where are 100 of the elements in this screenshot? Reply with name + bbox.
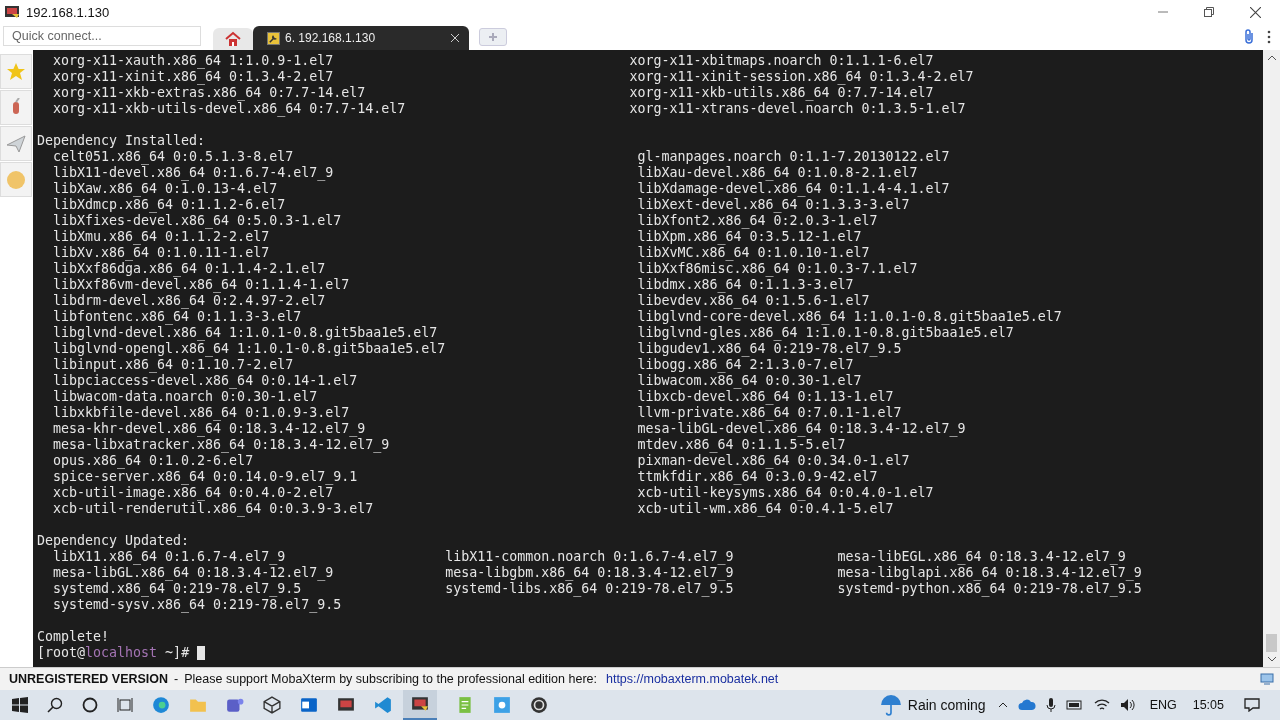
paperclip-icon[interactable] <box>1243 29 1255 45</box>
package-entry: libxkbfile-devel.x86_64 0:1.0.9-3.el7 <box>53 405 350 421</box>
sidebar-button[interactable] <box>0 90 32 125</box>
circle-icon[interactable] <box>82 697 98 713</box>
notification-icon[interactable] <box>1244 698 1260 712</box>
package-entry: libfontenc.x86_64 0:1.1.3-3.el7 <box>53 309 302 325</box>
package-entry: libXaw.x86_64 0:1.0.13-4.el7 <box>53 181 278 197</box>
package-entry: spice-server.x86_64 0:0.14.0-9.el7_9.1 <box>53 469 358 485</box>
package-entry: libgudev1.x86_64 0:219-78.el7_9.5 <box>637 341 902 357</box>
scroll-down-icon[interactable] <box>1266 656 1277 662</box>
separator-text: - <box>174 672 179 686</box>
package-entry: xorg-x11-xauth.x86_64 1:1.0.9-1.el7 <box>53 53 334 69</box>
package-entry: gl-manpages.noarch 0:1.1-7.20130122.el7 <box>637 149 950 165</box>
package-entry: libinput.x86_64 0:1.10.7-2.el7 <box>53 357 294 373</box>
package-entry: libXau-devel.x86_64 0:1.0.8-2.1.el7 <box>637 165 918 181</box>
package-entry: mesa-libEGL.x86_64 0:18.3.4-12.el7_9 <box>837 549 1126 565</box>
wifi-icon[interactable] <box>1093 698 1110 712</box>
more-icon[interactable] <box>1267 30 1271 44</box>
package-entry: xorg-x11-xinit-session.x86_64 0:1.3.4-2.el7 <box>629 69 974 85</box>
close-icon[interactable] <box>1250 6 1261 18</box>
weather-text[interactable]: Rain coming <box>907 697 986 713</box>
package-entry: libXpm.x86_64 0:3.5.12-1.el7 <box>637 229 862 245</box>
package-entry: libwacom.x86_64 0:0.30-1.el7 <box>637 373 862 389</box>
package-entry: llvm-private.x86_64 0:7.0.1-1.el7 <box>637 405 902 421</box>
task-view-icon[interactable] <box>117 697 133 713</box>
package-entry: libglvnd-core-devel.x86_64 1:1.0.1-0.8.git5baa1e5.el7 <box>637 309 1062 325</box>
home-tab[interactable] <box>213 28 253 50</box>
app-icon <box>4 4 20 20</box>
wrench-icon <box>267 31 280 45</box>
battery-icon[interactable] <box>1065 699 1084 711</box>
package-entry: xorg-x11-xtrans-devel.noarch 0:1.3.5-1.el7 <box>629 101 966 117</box>
package-entry: mesa-libxatracker.x86_64 0:18.3.4-12.el7_9 <box>53 437 390 453</box>
quick-connect-field[interactable]: Quick connect... <box>3 26 201 46</box>
package-entry: libpciaccess-devel.x86_64 0:0.14-1.el7 <box>53 373 358 389</box>
package-entry: mesa-libGL.x86_64 0:18.3.4-12.el7_9 <box>53 565 334 581</box>
package-entry: libglvnd-devel.x86_64 1:1.0.1-0.8.git5baa1e5.el7 <box>53 325 438 341</box>
package-entry: xorg-x11-xkb-extras.x86_64 0:7.7-14.el7 <box>53 85 366 101</box>
restore-icon[interactable] <box>1204 7 1214 17</box>
website-link[interactable]: https://mobaxterm.mobatek.net <box>605 672 779 686</box>
package-entry: libXxf86dga.x86_64 0:1.1.4-2.1.el7 <box>53 261 326 277</box>
package-entry: libXxf86vm-devel.x86_64 0:1.1.4-1.el7 <box>53 277 350 293</box>
windows-start-icon[interactable] <box>12 697 28 713</box>
package-entry: libX11-common.noarch 0:1.6.7-4.el7_9 <box>445 549 734 565</box>
circle-icon <box>6 169 26 190</box>
package-entry: libXdamage-devel.x86_64 0:1.1.4-4.1.el7 <box>637 181 950 197</box>
package-entry: libxcb-devel.x86_64 0:1.13-1.el7 <box>637 389 894 405</box>
package-entry: systemd-sysv.x86_64 0:219-78.el7_9.5 <box>53 597 342 613</box>
package-entry: pixman-devel.x86_64 0:0.34.0-1.el7 <box>637 453 910 469</box>
package-entry: systemd.x86_64 0:219-78.el7_9.5 <box>53 581 302 597</box>
package-entry: xcb-util-renderutil.x86_64 0:0.3.9-3.el7 <box>53 501 374 517</box>
package-entry: systemd-libs.x86_64 0:219-78.el7_9.5 <box>445 581 734 597</box>
package-entry: libXfixes-devel.x86_64 0:5.0.3-1.el7 <box>53 213 342 229</box>
language-indicator[interactable]: ENG <box>1149 698 1177 712</box>
package-entry: libXmu.x86_64 0:1.1.2-2.el7 <box>53 229 270 245</box>
package-entry: libevdev.x86_64 0:1.5.6-1.el7 <box>637 293 870 309</box>
package-entry: libXfont2.x86_64 0:2.0.3-1.el7 <box>637 213 878 229</box>
package-entry: libogg.x86_64 2:1.3.0-7.el7 <box>637 357 854 373</box>
unregistered-label: UNREGISTERED VERSION <box>9 672 169 686</box>
package-entry: ttmkfdir.x86_64 0:3.0.9-42.el7 <box>637 469 878 485</box>
package-entry: libglvnd-opengl.x86_64 1:1.0.1-0.8.git5baa1e5.el7 <box>53 341 446 357</box>
package-entry: xcb-util-keysyms.x86_64 0:0.4.0-1.el7 <box>637 485 934 501</box>
cube-icon[interactable] <box>263 696 281 714</box>
package-entry: libdrm-devel.x86_64 0:2.4.97-2.el7 <box>53 293 326 309</box>
monitor-icon[interactable] <box>1260 673 1274 685</box>
package-entry: libXdmcp.x86_64 0:1.1.2-6.el7 <box>53 197 286 213</box>
record-icon[interactable] <box>530 696 548 714</box>
package-entry: libXv.x86_64 0:1.0.11-1.el7 <box>53 245 270 261</box>
package-entry: libXxf86misc.x86_64 0:1.0.3-7.1.el7 <box>637 261 918 277</box>
package-entry: libXext-devel.x86_64 0:1.3.3-3.el7 <box>637 197 910 213</box>
scroll-thumb[interactable] <box>1266 634 1277 652</box>
shell-prompt: [root@localhost ~]# <box>37 645 190 661</box>
section-heading: Dependency Updated: <box>37 533 190 549</box>
active-app-button[interactable] <box>403 690 437 720</box>
package-entry: libX11.x86_64 0:1.6.7-4.el7_9 <box>53 549 286 565</box>
complete-message: Complete! <box>37 629 110 645</box>
speaker-icon[interactable] <box>1119 698 1136 712</box>
package-entry: systemd-python.x86_64 0:219-78.el7_9.5 <box>837 581 1142 597</box>
text-cursor <box>197 646 206 660</box>
package-entry: xorg-x11-xinit.x86_64 0:1.3.4-2.el7 <box>53 69 334 85</box>
scrollbar[interactable] <box>1263 50 1280 667</box>
session-tab[interactable]: 6. 192.168.1.130 <box>253 26 469 50</box>
clock-time[interactable]: 15:05 <box>1192 698 1224 712</box>
cloud-icon[interactable] <box>1017 699 1036 711</box>
terminal-app-icon <box>411 695 429 713</box>
terminal-app-icon[interactable] <box>337 696 355 714</box>
umbrella-icon[interactable] <box>879 694 902 716</box>
scroll-up-icon[interactable] <box>1266 55 1277 61</box>
browser-icon[interactable] <box>152 696 170 714</box>
package-entry: xorg-x11-xkb-utils.x86_64 0:7.7-14.el7 <box>629 85 934 101</box>
search-icon[interactable] <box>47 697 63 713</box>
package-entry: celt051.x86_64 0:0.5.1.3-8.el7 <box>53 149 294 165</box>
package-entry: xorg-x11-xkb-utils-devel.x86_64 0:7.7-14.el7 <box>53 101 406 117</box>
package-entry: mesa-libglapi.x86_64 0:18.3.4-12.el7_9 <box>837 565 1142 581</box>
package-entry: mtdev.x86_64 0:1.1.5-5.el7 <box>637 437 846 453</box>
microphone-icon[interactable] <box>1045 697 1056 713</box>
support-message: Please support MobaXterm by subscribing to the professional edition here: <box>184 672 597 686</box>
home-icon <box>225 31 241 47</box>
plus-icon <box>488 32 498 42</box>
package-entry: libdmx.x86_64 0:1.1.3-3.el7 <box>637 277 854 293</box>
chevron-up-icon[interactable] <box>997 702 1008 708</box>
